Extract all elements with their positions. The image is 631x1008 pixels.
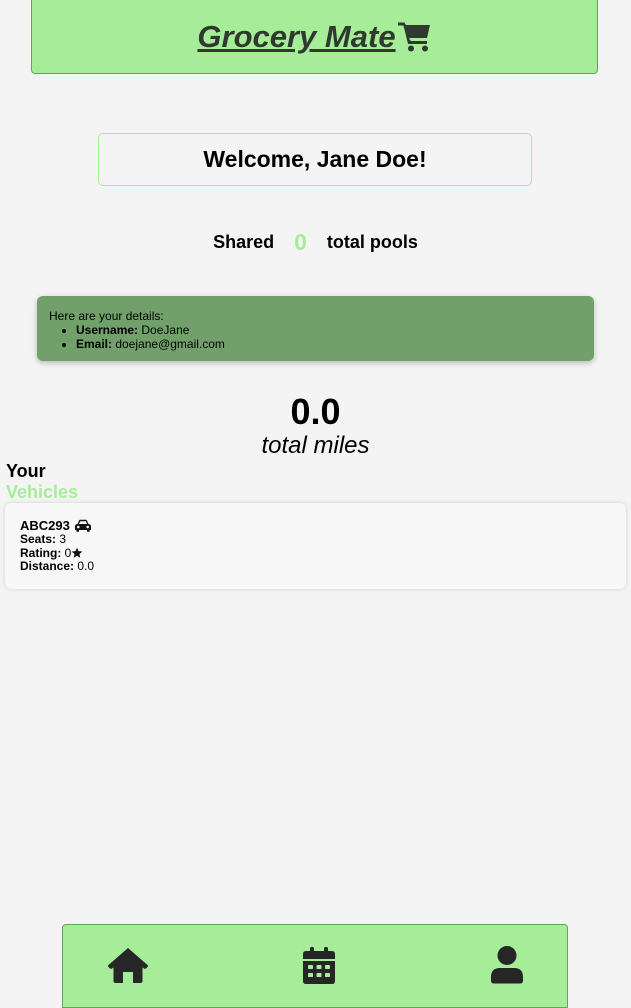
vehicles-heading-vehicles: Vehicles <box>6 482 79 502</box>
welcome-box: Welcome, Jane Doe! <box>98 133 532 186</box>
star-icon <box>72 547 83 558</box>
rating-value: 0 <box>64 545 72 560</box>
vehicle-card[interactable]: ABC293 Seats: 3 Rating: 0 Distance: 0.0 <box>5 503 626 589</box>
username-item: Username: DoeJane <box>76 323 582 337</box>
nav-profile-button[interactable] <box>485 945 529 985</box>
pools-count: 0 <box>294 228 307 255</box>
vehicles-heading: Your Vehicles <box>6 461 78 503</box>
shopping-cart-icon[interactable] <box>397 20 432 52</box>
app-header: Grocery Mate <box>31 0 598 74</box>
miles-label: total miles <box>261 432 370 459</box>
email-item: Email: doejane@gmail.com <box>76 337 582 351</box>
nav-home-button[interactable] <box>106 945 150 985</box>
miles-value: 0.0 <box>290 391 341 432</box>
car-icon <box>74 519 91 532</box>
details-intro: Here are your details: <box>49 309 164 323</box>
email-value: doejane@gmail.com <box>115 337 225 351</box>
vehicle-distance: Distance: 0.0 <box>20 559 611 574</box>
shared-pools-stat: Shared 0 total pools <box>0 228 631 256</box>
app-title[interactable]: Grocery Mate <box>197 19 395 55</box>
shared-prefix: Shared <box>213 231 275 252</box>
username-value: DoeJane <box>141 323 190 337</box>
distance-value: 0.0 <box>77 559 95 573</box>
email-label: Email: <box>76 337 113 351</box>
bottom-nav <box>62 924 568 1008</box>
details-list: Username: DoeJane Email: doejane@gmail.c… <box>49 323 582 351</box>
seats-label: Seats: <box>20 532 57 546</box>
brand-link[interactable]: Grocery Mate <box>197 19 431 55</box>
shared-suffix: total pools <box>326 231 418 252</box>
vehicle-plate-row: ABC293 <box>20 518 611 533</box>
rating-label: Rating: <box>20 545 62 560</box>
nav-calendar-button[interactable] <box>297 945 341 985</box>
username-label: Username: <box>76 323 139 337</box>
total-miles-stat: 0.0 total miles <box>0 392 631 460</box>
welcome-message: Welcome, Jane Doe! <box>203 146 427 172</box>
distance-label: Distance: <box>20 559 75 573</box>
calendar-icon[interactable] <box>303 946 335 984</box>
user-details-card: Here are your details: Username: DoeJane… <box>37 296 594 361</box>
user-icon[interactable] <box>491 946 523 984</box>
seats-value: 3 <box>59 532 67 546</box>
vehicle-rating: Rating: 0 <box>20 545 611 561</box>
vehicle-seats: Seats: 3 <box>20 532 611 547</box>
vehicles-heading-your: Your <box>6 461 46 481</box>
home-icon[interactable] <box>107 946 149 984</box>
vehicle-plate: ABC293 <box>20 518 70 533</box>
